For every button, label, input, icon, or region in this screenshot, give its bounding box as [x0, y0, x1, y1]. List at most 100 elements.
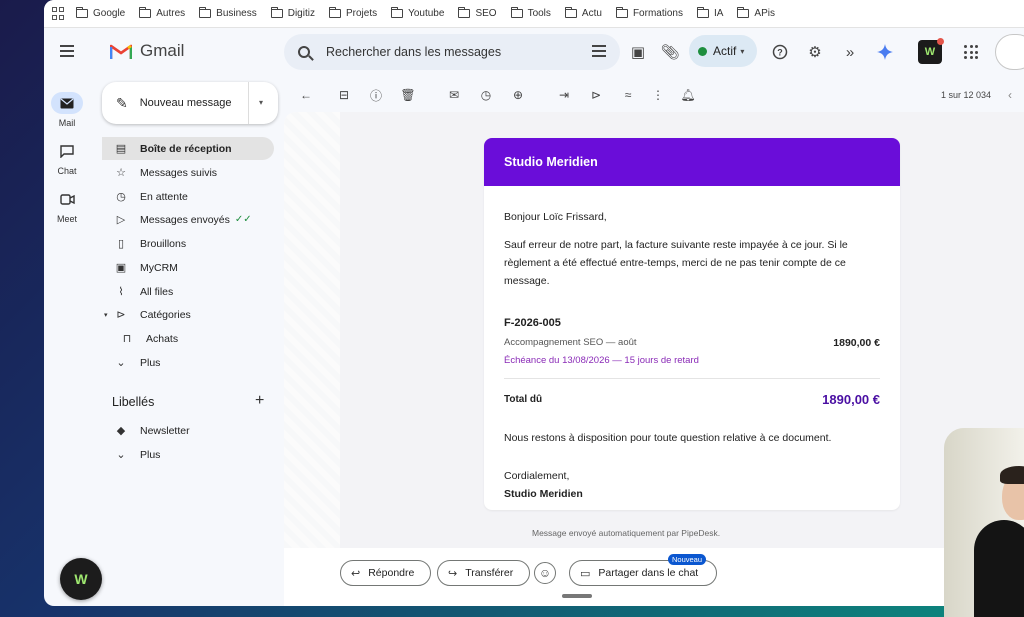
total-label: Total dû: [504, 394, 543, 405]
expand-caret-icon[interactable]: ▾: [104, 311, 108, 319]
extension-forward-icon[interactable]: »: [841, 43, 859, 61]
rail-mail-label: Mail: [58, 118, 76, 128]
rail-chat[interactable]: Chat: [50, 140, 84, 176]
forward-label: Transférer: [465, 567, 514, 579]
archive-icon[interactable]: ⊟: [336, 87, 352, 103]
more-vert-icon[interactable]: ⋮: [650, 87, 666, 103]
reply-icon: ↩: [351, 567, 361, 580]
search-options-icon[interactable]: [592, 45, 606, 57]
sidebar-item-sent[interactable]: ▷ Messages envoyés ✓✓: [102, 208, 274, 231]
bookmark-tools[interactable]: Tools: [510, 7, 551, 19]
bookmark-google[interactable]: Google: [76, 7, 125, 19]
extension-logo-icon[interactable]: W: [918, 38, 944, 64]
folder-icon: [199, 7, 212, 18]
contact-card-icon[interactable]: ▣: [629, 43, 647, 61]
reply-button[interactable]: ↩ Répondre: [340, 560, 431, 586]
sidebar-item-label: Brouillons: [140, 237, 187, 250]
sidebar-item-starred[interactable]: ☆ Messages suivis: [102, 161, 274, 184]
search-bar[interactable]: Rechercher dans les messages: [284, 34, 620, 70]
sidebar-item-purchases[interactable]: ⊓ Achats: [108, 327, 280, 350]
sidebar-item-more[interactable]: ⌄ Plus: [102, 351, 274, 374]
scrollbar-handle[interactable]: [562, 594, 592, 598]
decorative-pattern: [284, 112, 340, 548]
bookmark-actu[interactable]: Actu: [564, 7, 602, 19]
sidebar-item-label: All files: [140, 285, 174, 298]
presenter-body: [974, 520, 1024, 617]
folder-icon: [737, 7, 750, 18]
account-button[interactable]: [995, 34, 1024, 70]
bookmark-autres[interactable]: Autres: [139, 7, 185, 19]
paperclip-icon[interactable]: 📎︎: [660, 43, 679, 61]
bookmark-projets[interactable]: Projets: [328, 7, 377, 19]
bookmarks-bar: Google Autres Business Digitiz Projets Y…: [44, 0, 1024, 28]
label-item-newsletter[interactable]: ◆ Newsletter: [102, 419, 274, 442]
filter-icon[interactable]: ≈: [620, 87, 636, 103]
bookmark-ia[interactable]: IA: [696, 7, 723, 19]
forward-button[interactable]: ↪ Transférer: [437, 560, 530, 586]
sidebar-item-inbox[interactable]: ▤ Boîte de réception: [102, 137, 274, 160]
bookmark-youtube[interactable]: Youtube: [391, 7, 444, 19]
chevron-left-icon[interactable]: ‹: [1002, 87, 1018, 103]
bookmark-business[interactable]: Business: [199, 7, 257, 19]
emoji-reaction-icon[interactable]: ☺: [534, 562, 556, 584]
bookmark-digitiz[interactable]: Digitiz: [270, 7, 315, 19]
email-signature: Studio Meridien: [504, 488, 583, 500]
contact-card-icon: ▣: [115, 262, 127, 274]
compose-divider: [248, 82, 249, 124]
sidebar-item-drafts[interactable]: ▯ Brouillons: [102, 232, 274, 255]
sidebar-item-label: Boîte de réception: [140, 142, 232, 155]
star-icon: ☆: [116, 167, 126, 179]
label-item-text: Newsletter: [140, 424, 190, 437]
bookmark-formations[interactable]: Formations: [615, 7, 683, 19]
pencil-icon: ✎: [116, 94, 128, 111]
rail-mail[interactable]: Mail: [50, 92, 84, 128]
compose-button[interactable]: ✎ Nouveau message ▾: [102, 82, 278, 124]
label-item-text: Plus: [140, 448, 161, 461]
folder-icon: [510, 7, 523, 18]
mark-unread-icon[interactable]: ✉︎: [446, 87, 462, 103]
rail-meet-label: Meet: [56, 214, 77, 224]
gemini-sparkle-icon[interactable]: [876, 43, 894, 61]
inbox-icon: ▤: [115, 143, 127, 155]
bookmark-seo[interactable]: SEO: [458, 7, 497, 19]
rail-meet[interactable]: Meet: [50, 188, 84, 224]
sidebar-item-categories[interactable]: ▾ ⊳ Catégories: [102, 303, 274, 326]
sidebar-item-snoozed[interactable]: ◷ En attente: [102, 185, 274, 208]
compose-options-icon[interactable]: ▾: [259, 98, 263, 107]
floating-extension-logo[interactable]: W: [60, 558, 102, 600]
move-to-icon[interactable]: ⇥: [556, 87, 572, 103]
folder-icon: [391, 7, 404, 18]
sidebar-item-label: Plus: [140, 356, 161, 369]
search-placeholder: Rechercher dans les messages: [326, 45, 502, 59]
status-selector[interactable]: Actif ▾: [689, 35, 757, 67]
email-signoff: Cordialement,: [504, 470, 570, 482]
settings-gear-icon[interactable]: ⚙: [806, 43, 824, 61]
invoice-line: Accompagnement SEO — août 1890,00 €: [504, 334, 880, 352]
add-label-icon[interactable]: +: [255, 392, 264, 410]
invoice-number: F-2026-005: [504, 317, 561, 329]
sidebar-item-all-files[interactable]: ⌇ All files: [102, 280, 274, 303]
label-icon[interactable]: ⊳: [588, 87, 604, 103]
invoice-divider: [504, 378, 880, 379]
add-task-icon[interactable]: ⊕: [510, 87, 526, 103]
draft-icon: ▯: [117, 238, 125, 250]
google-apps-icon[interactable]: [964, 45, 978, 59]
help-icon[interactable]: ?: [771, 43, 789, 61]
main-menu-icon[interactable]: [60, 45, 74, 57]
delete-icon[interactable]: 🗑︎: [400, 87, 416, 103]
apps-grid-icon[interactable]: [52, 6, 66, 21]
label-item-more[interactable]: ⌄ Plus: [102, 443, 274, 466]
report-spam-icon[interactable]: ⓘ: [368, 87, 384, 103]
message-toolbar: ← ⊟ ⓘ 🗑︎ ✉︎ ◷ ⊕ ⇥ ⊳ ≈ ⋮ 🔔︎ 1 sur 12 034 …: [284, 82, 1024, 110]
email-brand-header: Studio Meridien: [484, 138, 900, 186]
compose-label: Nouveau message: [139, 97, 232, 109]
bell-icon[interactable]: 🔔︎: [680, 87, 696, 103]
back-arrow-icon[interactable]: ←: [298, 87, 314, 103]
bookmark-apis[interactable]: APis: [737, 7, 775, 19]
gmail-logo[interactable]: Gmail: [110, 41, 184, 61]
sidebar-item-mycrm[interactable]: ▣ MyCRM: [102, 256, 274, 279]
total-amount: 1890,00 €: [822, 392, 880, 407]
snooze-icon[interactable]: ◷: [478, 87, 494, 103]
chevron-down-icon: ⌄: [116, 357, 126, 369]
search-icon[interactable]: [298, 46, 310, 58]
